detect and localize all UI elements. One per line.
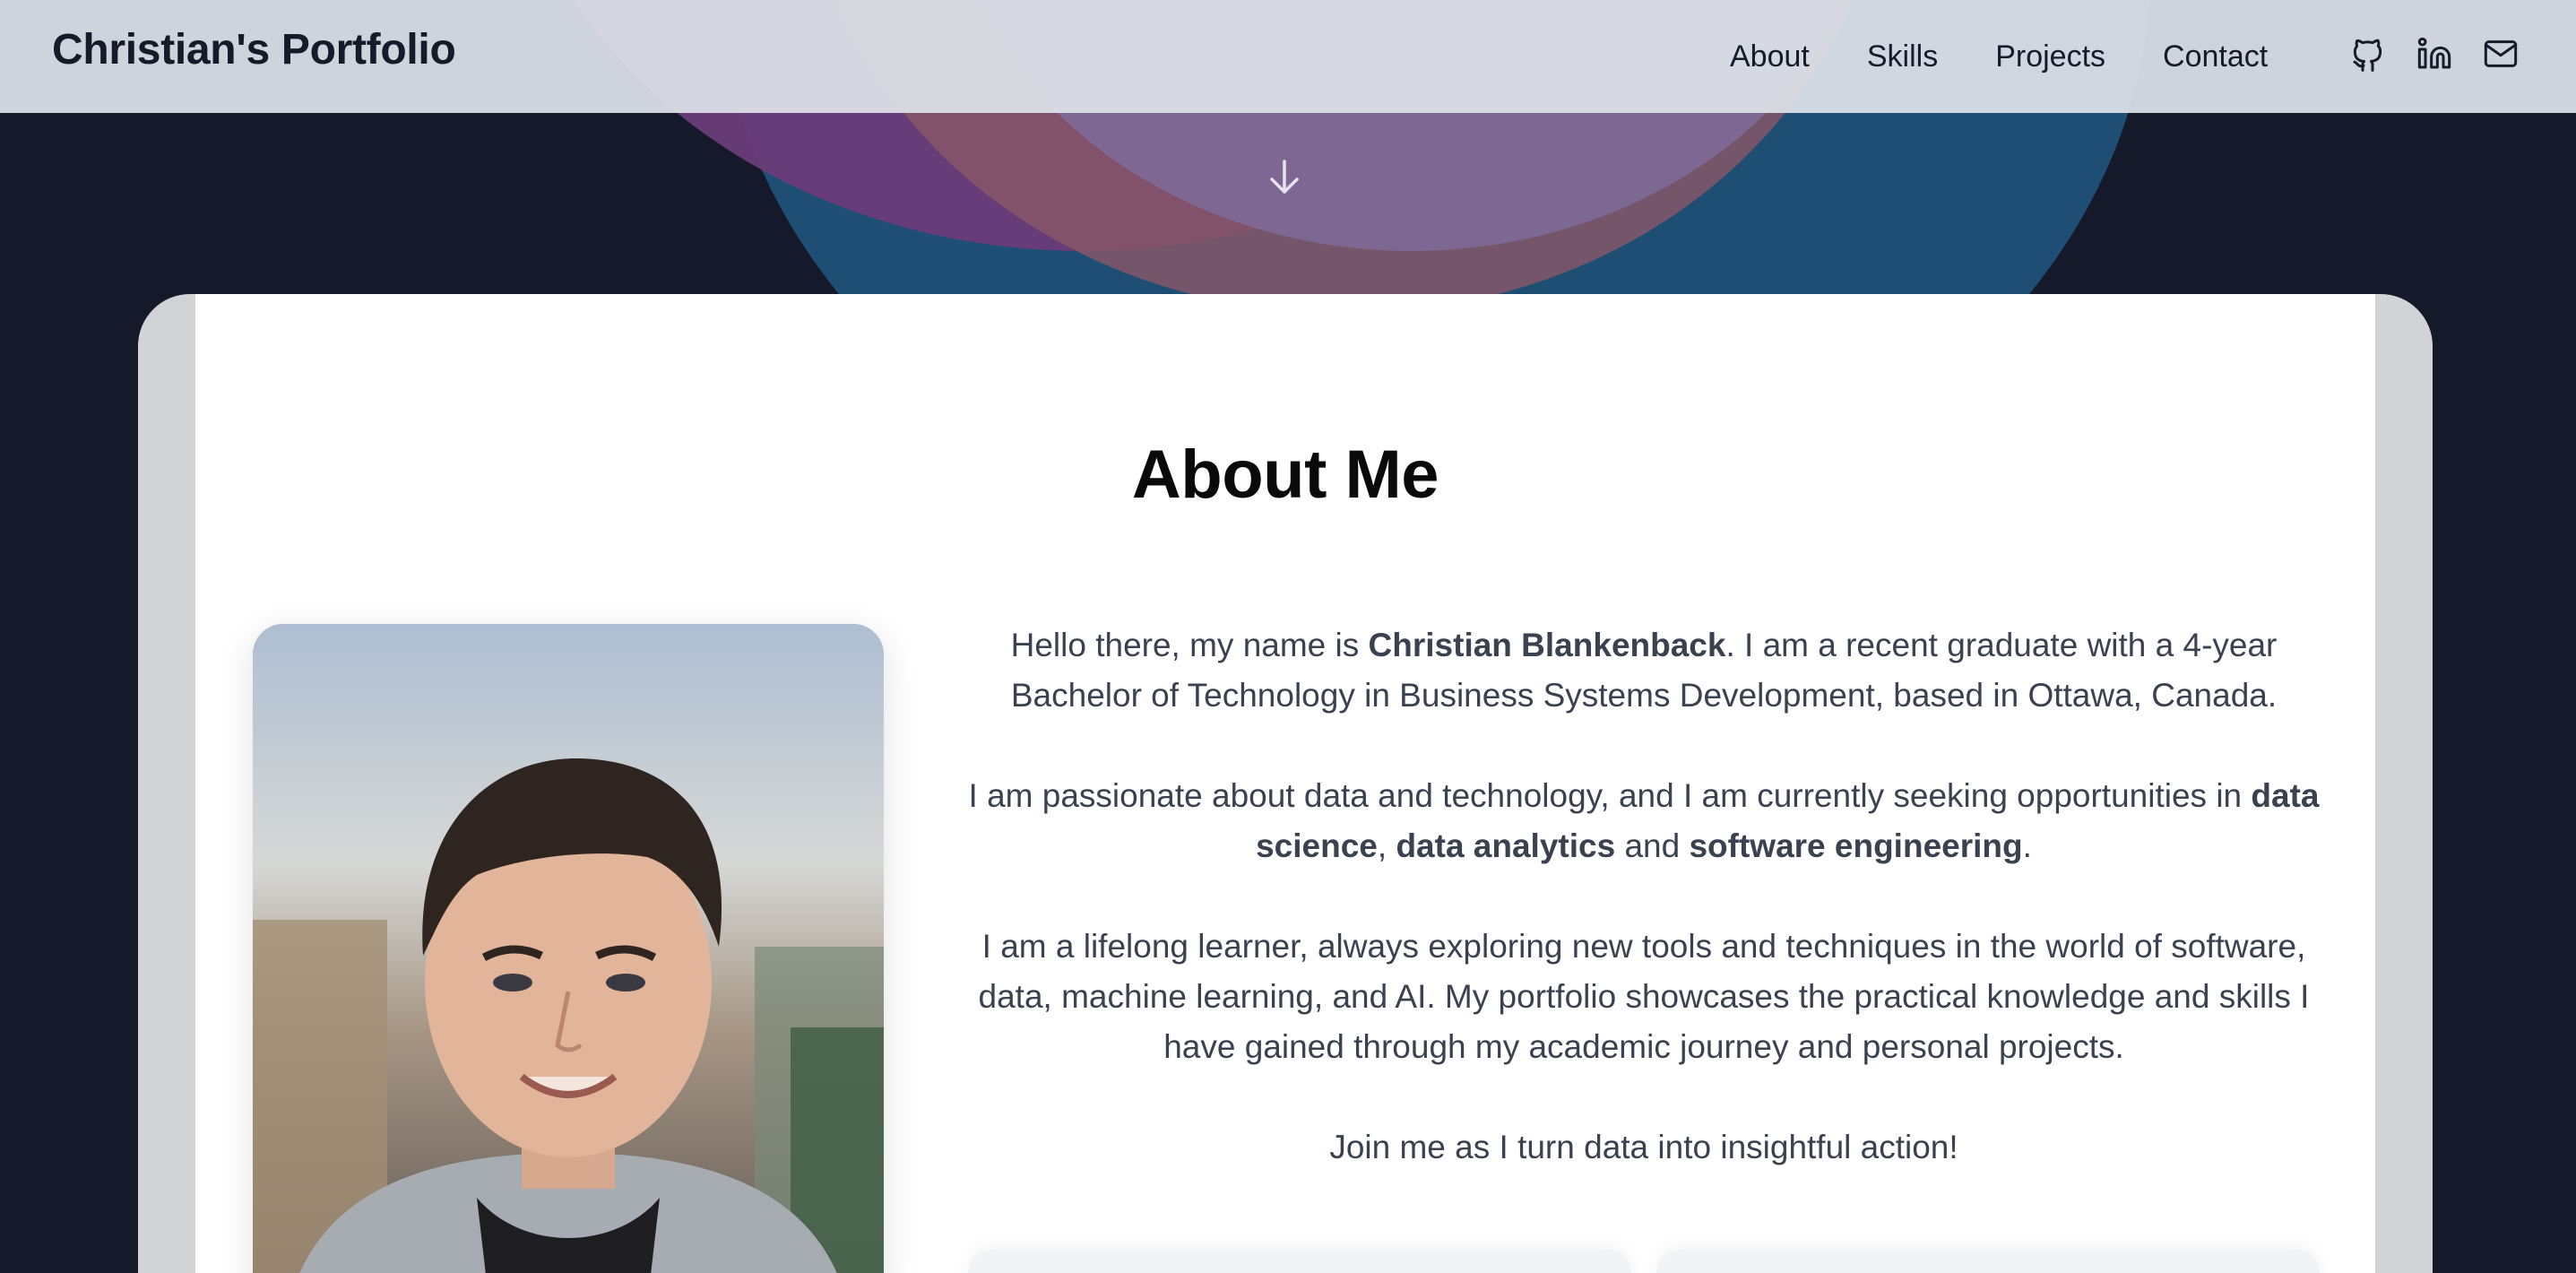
arrow-down-icon[interactable]	[1266, 158, 1302, 197]
keyword-data-analytics: data analytics	[1396, 827, 1616, 864]
bio-text: and	[1615, 827, 1690, 864]
bio-paragraph-learning: I am a lifelong learner, always explorin…	[978, 928, 2310, 1065]
bio-name: Christian Blankenback	[1368, 627, 1726, 663]
linkedin-icon[interactable]	[2416, 32, 2452, 75]
bio-text: .	[2022, 827, 2032, 864]
profile-photo	[253, 624, 884, 1273]
bio-paragraph-cta: Join me as I turn data into insightful a…	[1329, 1129, 1958, 1165]
keyword-software-engineering: software engineering	[1689, 827, 2023, 864]
nav-about[interactable]: About	[1730, 36, 1810, 77]
about-bio: Hello there, my name is Christian Blanke…	[968, 620, 2320, 1223]
github-icon[interactable]	[2350, 32, 2386, 75]
about-info-tile	[968, 1250, 1631, 1273]
mail-icon[interactable]	[2483, 32, 2519, 75]
bio-text: I am passionate about data and technolog…	[968, 777, 2252, 814]
about-title: About Me	[1131, 437, 1439, 513]
page: Christian's Portfolio About Skills Proje…	[0, 0, 2576, 1273]
about-info-tile	[1656, 1250, 2320, 1273]
main-nav: About Skills Projects Contact	[1730, 36, 2268, 77]
nav-contact[interactable]: Contact	[2163, 36, 2268, 77]
nav-projects[interactable]: Projects	[1995, 36, 2105, 77]
bio-text: Hello there, my name is	[1010, 627, 1369, 663]
site-header: Christian's Portfolio About Skills Proje…	[0, 0, 2576, 113]
site-brand[interactable]: Christian's Portfolio	[52, 25, 456, 74]
nav-skills[interactable]: Skills	[1867, 36, 1938, 77]
bio-paragraph-intro: Hello there, my name is Christian Blanke…	[968, 620, 2320, 721]
bio-text: ,	[1377, 827, 1396, 864]
bio-paragraph-interests: I am passionate about data and technolog…	[968, 771, 2320, 871]
social-links	[2350, 32, 2519, 75]
